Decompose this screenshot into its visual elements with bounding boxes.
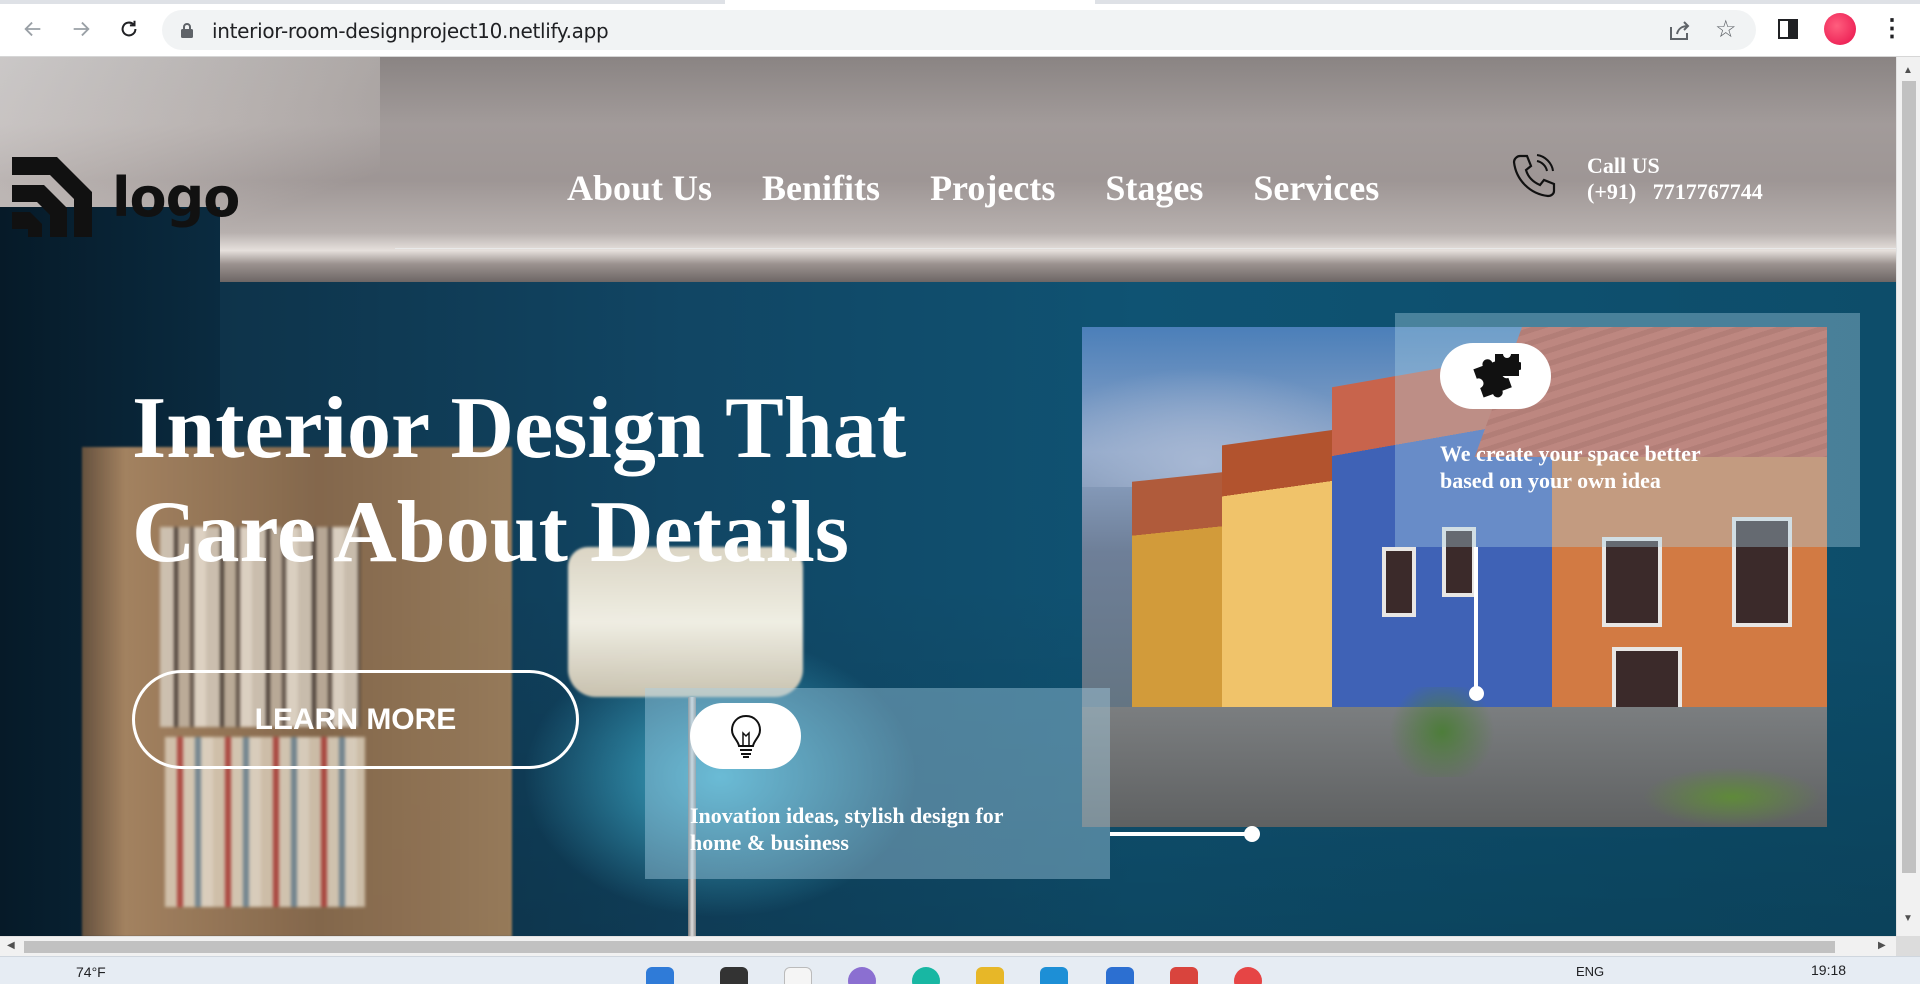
start-icon[interactable] [646, 967, 674, 984]
nav-projects[interactable]: Projects [930, 167, 1055, 209]
feature-text-line: Inovation ideas, stylish design for [690, 803, 1004, 828]
painting-window [1602, 537, 1662, 627]
feature-icon-pill [690, 703, 801, 769]
header-divider [395, 248, 1896, 249]
scrollbar-corner [1896, 936, 1920, 956]
painting-window [1382, 547, 1416, 617]
browser-menu-icon[interactable]: ⋮ [1880, 14, 1904, 44]
feature-text-line: home & business [690, 830, 849, 855]
lock-icon [181, 23, 193, 38]
tab-strip [0, 0, 1920, 4]
site-logo[interactable]: logo [12, 157, 252, 237]
edge-browser-icon[interactable] [912, 967, 940, 984]
scroll-down-arrow-icon[interactable]: ▼ [1903, 913, 1913, 924]
rss-logo-icon [12, 157, 92, 237]
main-nav: About Us Benifits Projects Stages Servic… [567, 167, 1379, 209]
page-viewport: logo About Us Benifits Projects Stages S… [0, 57, 1896, 936]
connector-line-horizontal [1110, 832, 1252, 836]
share-icon[interactable] [1668, 19, 1692, 41]
feature-text-line: based on your own idea [1440, 468, 1661, 493]
nav-services[interactable]: Services [1253, 167, 1379, 209]
call-us-number[interactable]: (+91) 7717767744 [1587, 179, 1763, 205]
weather-widget[interactable]: 74°F [76, 964, 106, 980]
scroll-up-arrow-icon[interactable]: ▲ [1903, 65, 1913, 76]
chat-app-icon[interactable] [848, 967, 876, 984]
bookmark-star-icon[interactable]: ☆ [1715, 15, 1737, 44]
lightbulb-icon [730, 714, 761, 758]
nav-about-us[interactable]: About Us [567, 167, 712, 209]
address-bar[interactable]: interior-room-designproject10.netlify.ap… [162, 10, 1756, 50]
file-explorer-icon[interactable] [976, 967, 1004, 984]
feature-text-line: We create your space better [1440, 441, 1701, 466]
vertical-scroll-thumb[interactable] [1902, 81, 1916, 873]
feature-icon-pill [1440, 343, 1551, 409]
scroll-right-arrow-icon[interactable]: ▶ [1878, 940, 1886, 951]
horizontal-scroll-thumb[interactable] [24, 941, 1835, 953]
horizontal-scrollbar[interactable]: ◀ ▶ [0, 936, 1896, 956]
connector-dot [1469, 686, 1484, 701]
nav-benefits[interactable]: Benifits [762, 167, 880, 209]
side-panel-icon[interactable] [1778, 19, 1798, 39]
vertical-scrollbar[interactable]: ▲ ▼ [1896, 57, 1920, 936]
browser-toolbar: interior-room-designproject10.netlify.ap… [0, 0, 1920, 57]
scroll-left-arrow-icon[interactable]: ◀ [7, 940, 15, 951]
call-us-label: Call US [1587, 153, 1660, 178]
forward-icon[interactable] [66, 14, 96, 44]
feature-card-innovation: Inovation ideas, stylish design for home… [645, 688, 1110, 879]
app-icon[interactable] [1170, 967, 1198, 984]
learn-more-button[interactable]: LEARN MORE [132, 670, 579, 769]
nav-stages[interactable]: Stages [1105, 167, 1203, 209]
feature-text-innovation: Inovation ideas, stylish design for home… [690, 802, 1070, 856]
feature-card-space: We create your space better based on you… [1395, 313, 1860, 547]
feature-text-space: We create your space better based on you… [1440, 440, 1820, 494]
hero-title: Interior Design That Care About Details [132, 377, 992, 585]
store-icon[interactable] [1040, 967, 1068, 984]
back-icon[interactable] [18, 14, 48, 44]
reload-icon[interactable] [114, 14, 144, 44]
os-taskbar: 74°F ENG 19:18 [0, 956, 1920, 984]
connector-line-vertical [1474, 547, 1478, 691]
chrome-icon[interactable] [1234, 967, 1262, 984]
active-tab[interactable] [725, 0, 1095, 4]
connector-dot [1244, 826, 1260, 842]
task-view-icon[interactable] [784, 967, 812, 984]
phone-icon[interactable] [1510, 150, 1558, 200]
puzzle-icon [1472, 354, 1521, 398]
system-clock[interactable]: 19:18 [1811, 962, 1846, 978]
search-icon[interactable] [720, 967, 748, 984]
painting-bush [1382, 687, 1502, 777]
painting-bush [1642, 767, 1822, 827]
profile-avatar[interactable] [1824, 13, 1856, 45]
vscode-icon[interactable] [1106, 967, 1134, 984]
hero-title-line-2: Care About Details [132, 484, 850, 581]
language-indicator[interactable]: ENG [1576, 964, 1604, 979]
url-text[interactable]: interior-room-designproject10.netlify.ap… [212, 19, 609, 43]
hero-title-line-1: Interior Design That [132, 380, 907, 477]
logo-text: logo [112, 165, 240, 229]
